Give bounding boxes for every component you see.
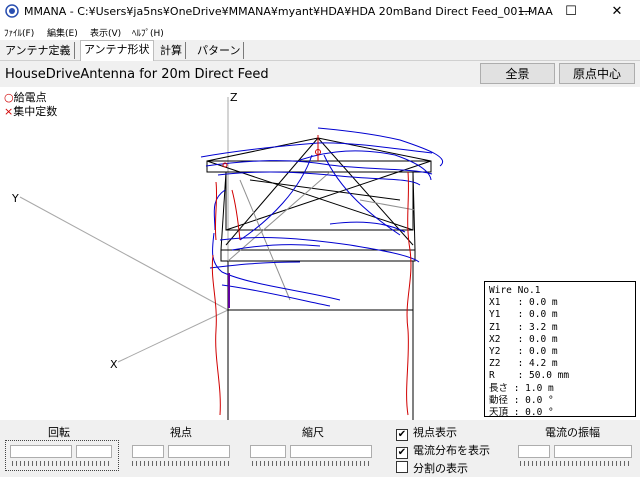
menu-bar: ﾌｧｲﾙ(F) 編集(E) 表示(V) ﾍﾙﾌﾟ(H) [0,24,640,40]
wire-info-line: Z2 : 4.2 m [489,358,558,370]
axes [19,97,229,363]
scale-slider-1[interactable] [250,445,286,458]
rotation-label: 回転 [48,426,70,439]
menu-view[interactable]: 表示(V) [90,26,121,39]
check-mark-icon: ✔ [397,447,407,458]
axis-x-label: X [110,358,118,371]
scale-ticks [252,461,372,466]
scale-slider-2[interactable] [290,445,372,458]
wire-info-line: Y1 : 0.0 m [489,309,558,321]
feed-point-marks [228,273,230,308]
window-title: MMANA - C:¥Users¥ja5ns¥OneDrive¥MMANA¥my… [24,5,553,18]
lumped-load-marker-icon: × [4,105,14,118]
wire-info-line: R : 50.0 mm [489,370,570,382]
scale-label: 縮尺 [302,426,324,439]
menu-help[interactable]: ﾍﾙﾌﾟ(H) [132,26,164,39]
checkbox-box[interactable]: ✔ [396,447,408,459]
viewpoint-slider-1[interactable] [132,445,164,458]
check-mark-icon: ✔ [397,429,407,440]
support-lines [227,171,416,301]
wire-info-line: Y2 : 0.0 m [489,346,558,358]
show-current-label: 電流分布を表示 [413,444,490,457]
tab-pattern[interactable]: パターン [194,42,245,59]
tab-strip: アンテナ定義 アンテナ形状 計算 パターン [0,40,640,61]
show-segments-checkbox[interactable]: 分割の表示 [396,460,468,476]
tab-antenna-definition[interactable]: アンテナ定義 [2,42,75,59]
wire-info-line: 天頂 : 0.0 ° [489,407,554,419]
maximize-button[interactable]: ☐ [548,0,594,24]
legend-lumped-load: ×集中定数 [4,103,57,119]
current-amplitude-label: 電流の振幅 [545,426,600,439]
model-title: HouseDriveAntenna for 20m Direct Feed [5,67,269,82]
axis-y-label: Y [11,192,19,205]
antenna-view-canvas[interactable]: Z Y X ○給電点 ×集中定数 Wire No.1 X1 : 0.0 m Y1… [0,87,640,420]
viewpoint-ticks [132,461,230,466]
wire-info-line: X1 : 0.0 m [489,297,558,309]
wire-info-line: 動径 : 0.0 ° [489,394,554,406]
current-amp-slider-2[interactable] [554,445,632,458]
current-amp-ticks [520,461,632,466]
mmana-app-icon [5,4,19,18]
legend-load-label: 集中定数 [13,105,58,118]
show-current-checkbox[interactable]: ✔ 電流分布を表示 [396,442,490,459]
show-segments-label: 分割の表示 [413,462,468,475]
viewpoint-label: 視点 [170,426,192,439]
wire-info-line: Wire No.1 [489,285,541,296]
feed-current-red [211,135,412,416]
tab-antenna-shape[interactable]: アンテナ形状 [80,40,154,61]
menu-file[interactable]: ﾌｧｲﾙ(F) [4,26,34,39]
title-bar: MMANA - C:¥Users¥ja5ns¥OneDrive¥MMANA¥my… [0,0,640,24]
center-origin-button[interactable]: 原点中心 [559,63,635,84]
show-viewpoint-label: 視点表示 [413,426,457,439]
wire-info-line: 長さ : 1.0 m [489,382,554,394]
focus-rectangle [5,440,119,471]
show-viewpoint-checkbox[interactable]: ✔ 視点表示 [396,424,457,441]
view-header: HouseDriveAntenna for 20m Direct Feed 全景… [0,61,640,87]
fit-all-button[interactable]: 全景 [480,63,555,84]
wire-info-line: X2 : 0.0 m [489,333,558,345]
wire-info-panel: Wire No.1 X1 : 0.0 m Y1 : 0.0 m Z1 : 3.2… [484,281,636,419]
tab-calculate[interactable]: 計算 [157,42,186,59]
menu-edit[interactable]: 編集(E) [47,26,78,39]
checkbox-box[interactable]: ✔ [396,429,408,441]
close-button[interactable]: ✕ [594,0,640,24]
wire-info-line: Z1 : 3.2 m [489,321,558,333]
minimize-button[interactable]: — [502,0,548,24]
checkbox-box[interactable] [396,461,408,473]
axis-z-label: Z [230,91,238,104]
current-amp-slider-1[interactable] [518,445,550,458]
viewpoint-slider-2[interactable] [168,445,230,458]
